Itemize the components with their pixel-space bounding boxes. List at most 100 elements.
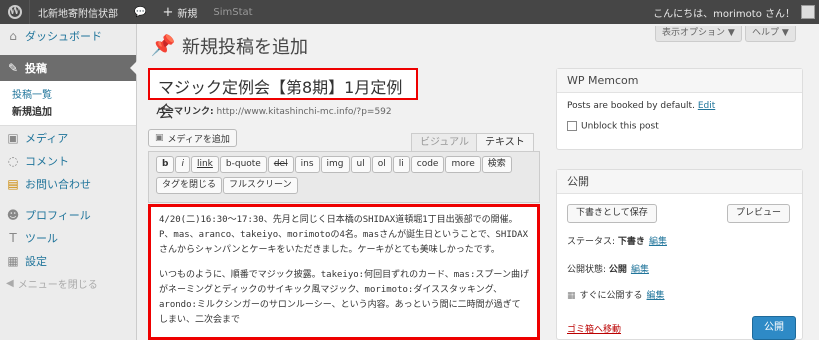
publish-button[interactable]: 公開 — [752, 316, 796, 340]
unblock-label: Unblock this post — [581, 121, 659, 132]
collapse-label: メニューを閉じる — [17, 279, 98, 291]
qt-italic-button[interactable]: i — [175, 156, 190, 173]
form-icon: ▤ — [7, 176, 19, 191]
wp-memcom-box: WP Memcom Posts are booked by default. E… — [556, 68, 803, 150]
save-draft-button[interactable]: 下書きとして保存 — [567, 204, 657, 223]
posts-submenu: 投稿一覧 新規追加 — [0, 81, 136, 126]
content-paragraph: いつものように、順番でマジック披露。takeiyo:何回目ずれのカード、mas:… — [159, 270, 529, 325]
qt-ul-button[interactable]: ul — [350, 156, 371, 173]
new-label: 新規 — [177, 8, 198, 20]
qt-link-button[interactable]: link — [190, 156, 219, 173]
quicktags-toolbar: b i link b-quote del ins img ul ol li code more 検索 タ… — [148, 151, 540, 203]
sidebar-item-label: 投稿 — [25, 62, 47, 75]
dashboard-icon: ⌂ — [9, 28, 17, 43]
sidebar-item-posts[interactable]: ✎ 投稿 — [0, 55, 137, 81]
qt-search-button[interactable]: 検索 — [481, 156, 512, 173]
simstat-link[interactable]: SimStat — [205, 0, 260, 24]
permalink-label: パーマリンク: — [156, 107, 214, 117]
qt-more-button[interactable]: more — [445, 156, 481, 173]
greeting-text: こんにちは、morimoto さん！ — [653, 8, 795, 20]
plus-icon: + — [162, 4, 174, 20]
sidebar-item-profile[interactable]: ☻ プロフィール — [0, 203, 136, 226]
account-menu[interactable]: こんにちは、morimoto さん！ — [645, 0, 819, 24]
visibility-label: 公開状態: — [567, 265, 607, 275]
publish-box-title: 公開 — [557, 170, 802, 194]
qt-ins-button[interactable]: ins — [294, 156, 320, 173]
submenu-post-list[interactable]: 投稿一覧 — [12, 87, 136, 104]
sidebar-item-label: ツール — [25, 231, 58, 245]
publish-box: 公開 下書きとして保存 プレビュー ステータス: 下書き 編集 公開状態: 公開編… — [556, 169, 803, 340]
add-media-label: メディアを追加 — [167, 134, 230, 145]
permalink: パーマリンク: http://www.kitashinchi-mc.info/?… — [156, 104, 392, 117]
schedule-edit-link[interactable]: 編集 — [647, 291, 665, 301]
screen-options-tab[interactable]: 表示オプション ▼ — [655, 26, 742, 42]
users-icon: ☻ — [6, 207, 20, 222]
status-edit-link[interactable]: 編集 — [649, 237, 667, 247]
sidebar-item-label: 設定 — [25, 254, 47, 268]
collapse-menu-button[interactable]: ◀ メニューを閉じる — [0, 272, 136, 294]
admin-bar: W 北新地寄附信状部 💬 + 新規 SimStat こんにちは、morimoto … — [0, 0, 819, 24]
media-icon: ▣ — [155, 133, 164, 143]
qt-ol-button[interactable]: ol — [371, 156, 392, 173]
qt-li-button[interactable]: li — [392, 156, 410, 173]
pushpin-icon: 📌 — [150, 33, 176, 57]
wp-memcom-text: Posts are booked by default. — [567, 101, 695, 111]
add-media-button[interactable]: ▣ メディアを追加 — [148, 129, 237, 147]
sidebar-item-label: メディア — [25, 131, 69, 145]
sidebar-item-media[interactable]: ▣ メディア — [0, 126, 136, 149]
schedule-label: すぐに公開する — [579, 291, 643, 301]
wordpress-icon: W — [7, 5, 22, 19]
help-tab[interactable]: ヘルプ ▼ — [745, 26, 796, 42]
visibility-edit-link[interactable]: 編集 — [631, 265, 649, 275]
move-to-trash-link[interactable]: ゴミ箱へ移動 — [567, 322, 621, 335]
qt-blockquote-button[interactable]: b-quote — [219, 156, 267, 173]
status-label: ステータス: — [567, 237, 616, 247]
sidebar-item-label: コメント — [25, 154, 69, 168]
site-name-link[interactable]: 北新地寄附信状部 — [30, 0, 126, 24]
qt-bold-button[interactable]: b — [156, 156, 175, 173]
content-paragraph: 4/20(二)16:30～17:30、先月と同じく日本橋のSHIDAX道頓堀1丁… — [159, 215, 529, 255]
visibility-row: 公開状態: 公開 編集 — [567, 262, 649, 275]
settings-icon: ▦ — [7, 253, 19, 268]
page-title-text: 新規投稿を追加 — [182, 37, 308, 58]
avatar — [801, 5, 815, 19]
page-title: 📌 新規投稿を追加 — [150, 33, 308, 59]
tools-icon: T — [9, 230, 17, 245]
sidebar-item-label: プロフィール — [25, 208, 91, 222]
collapse-icon: ◀ — [6, 277, 14, 289]
wp-memcom-edit-link[interactable]: Edit — [698, 101, 715, 111]
calendar-icon: ▦ — [567, 291, 576, 301]
post-content-textarea[interactable]: 4/20(二)16:30～17:30、先月と同じく日本橋のSHIDAX道頓堀1丁… — [148, 204, 540, 340]
comment-icon: ◌ — [7, 153, 19, 168]
schedule-row: ▦ すぐに公開する 編集 — [567, 288, 665, 301]
qt-code-button[interactable]: code — [410, 156, 445, 173]
tab-visual[interactable]: ビジュアル — [411, 133, 478, 151]
qt-close-tags-button[interactable]: タグを閉じる — [156, 177, 223, 194]
qt-img-button[interactable]: img — [320, 156, 350, 173]
permalink-url[interactable]: http://www.kitashinchi-mc.info/?p=592 — [216, 107, 391, 117]
qt-fullscreen-button[interactable]: フルスクリーン — [223, 177, 298, 194]
sidebar-item-label: ダッシュボード — [25, 29, 102, 43]
preview-button[interactable]: プレビュー — [727, 204, 791, 223]
sidebar-item-dashboard[interactable]: ⌂ ダッシュボード — [0, 24, 136, 47]
sidebar-item-settings[interactable]: ▦ 設定 — [0, 249, 136, 272]
unblock-checkbox[interactable] — [567, 121, 577, 131]
new-content-button[interactable]: + 新規 — [154, 0, 205, 24]
wordpress-logo-button[interactable]: W — [0, 0, 30, 24]
status-row: ステータス: 下書き 編集 — [567, 234, 667, 247]
pin-icon: ✎ — [7, 61, 19, 75]
media-icon: ▣ — [7, 130, 19, 145]
sidebar-item-comments[interactable]: ◌ コメント — [0, 149, 136, 172]
sidebar-item-label: お問い合わせ — [25, 177, 91, 191]
tab-text[interactable]: テキスト — [476, 133, 534, 151]
submenu-post-new[interactable]: 新規追加 — [12, 104, 136, 121]
sidebar-item-contact[interactable]: ▤ お問い合わせ — [0, 172, 136, 195]
qt-del-button[interactable]: del — [267, 156, 294, 173]
sidebar-item-tools[interactable]: T ツール — [0, 226, 136, 249]
wp-memcom-title: WP Memcom — [557, 69, 802, 93]
admin-sidebar: ⌂ ダッシュボード ✎ 投稿 投稿一覧 新規追加 ▣ メディア ◌ コメント ▤ お問い合… — [0, 24, 137, 340]
comment-bubble-icon[interactable]: 💬 — [126, 0, 154, 24]
status-value: 下書き — [617, 237, 645, 247]
post-title-input[interactable]: マジック定例会【第8期】1月定例会 — [148, 68, 418, 121]
visibility-value: 公開 — [608, 265, 627, 275]
